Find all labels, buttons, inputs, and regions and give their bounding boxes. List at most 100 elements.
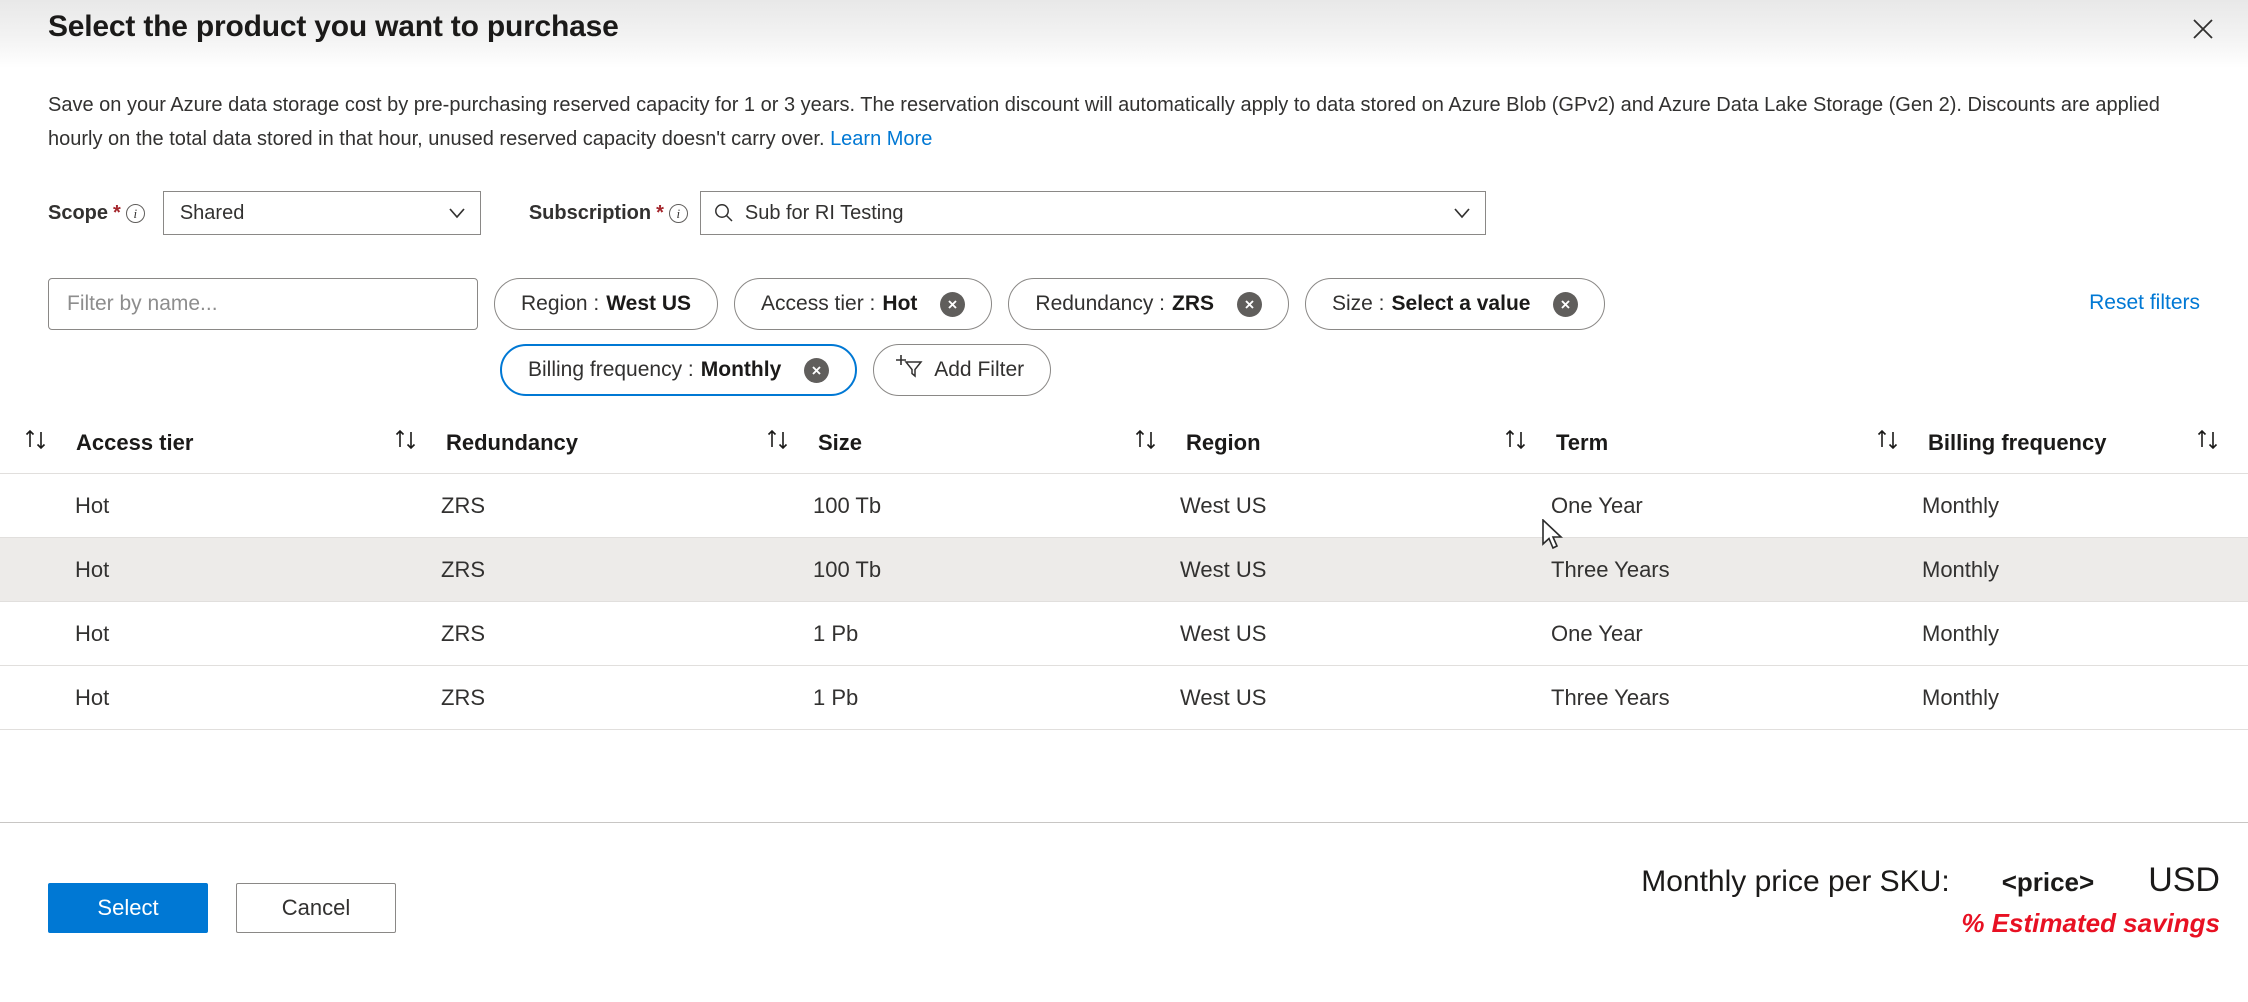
products-table: Access tier Redundancy S	[0, 412, 2248, 730]
filter-pill-region[interactable]: Region : West US	[494, 278, 718, 330]
price-currency: USD	[2148, 861, 2220, 900]
column-header-label: Billing frequency	[1928, 430, 2106, 456]
cell-region: West US	[1134, 493, 1504, 519]
table-row[interactable]: Hot ZRS 1 Pb West US One Year Monthly	[0, 602, 2248, 666]
scope-label: Scope	[48, 202, 108, 225]
learn-more-link[interactable]: Learn More	[830, 128, 932, 150]
table-row[interactable]: Hot ZRS 100 Tb West US Three Years Month…	[0, 538, 2248, 602]
cell-size: 100 Tb	[766, 493, 1134, 519]
column-header-access-tier[interactable]: Access tier	[24, 427, 394, 459]
footer-actions: Select Cancel	[48, 883, 396, 933]
estimated-savings: % Estimated savings	[1641, 908, 2220, 939]
price-value: <price>	[2002, 867, 2095, 898]
purchase-product-dialog: Select the product you want to purchase …	[0, 0, 2248, 1002]
filter-area: Region : West US Access tier : Hot Redun…	[48, 278, 2200, 396]
cell-size: 1 Pb	[766, 621, 1134, 647]
cell-term: One Year	[1504, 493, 1876, 519]
add-filter-label: Add Filter	[934, 358, 1024, 382]
cell-size: 100 Tb	[766, 557, 1134, 583]
cell-access-tier: Hot	[24, 493, 394, 519]
remove-filter-icon[interactable]	[940, 292, 965, 317]
column-header-label: Region	[1186, 430, 1261, 456]
cancel-button[interactable]: Cancel	[236, 883, 396, 933]
dialog-titlebar: Select the product you want to purchase	[0, 0, 2248, 68]
filter-pill-redundancy[interactable]: Redundancy : ZRS	[1008, 278, 1289, 330]
column-header-label: Size	[818, 430, 862, 456]
cell-size: 1 Pb	[766, 685, 1134, 711]
cell-redundancy: ZRS	[394, 557, 766, 583]
add-filter-icon	[894, 353, 924, 387]
cell-access-tier: Hot	[24, 621, 394, 647]
cell-region: West US	[1134, 557, 1504, 583]
cell-redundancy: ZRS	[394, 685, 766, 711]
cell-redundancy: ZRS	[394, 621, 766, 647]
cell-region: West US	[1134, 621, 1504, 647]
page-title: Select the product you want to purchase	[48, 10, 619, 44]
search-input[interactable]	[48, 278, 478, 330]
remove-filter-icon[interactable]	[1237, 292, 1262, 317]
filter-pill-value: Monthly	[701, 358, 781, 382]
info-icon[interactable]: i	[126, 204, 145, 223]
subscription-label-group: Subscription * i	[529, 202, 688, 225]
column-header-label: Access tier	[76, 430, 193, 456]
subscription-required-marker: *	[656, 203, 664, 223]
close-icon	[2191, 17, 2215, 41]
column-header-term[interactable]: Term	[1504, 427, 1876, 459]
scope-subscription-row: Scope * i Shared Subscription * i Sub fo…	[48, 190, 1486, 236]
column-header-size[interactable]: Size	[766, 427, 1134, 459]
column-header-region[interactable]: Region	[1134, 427, 1504, 459]
scope-label-group: Scope * i	[48, 202, 145, 225]
cell-billing-frequency: Monthly	[1876, 557, 2176, 583]
filter-pill-value: West US	[606, 292, 691, 316]
search-icon	[713, 202, 735, 224]
scope-dropdown[interactable]: Shared	[163, 191, 481, 235]
reset-filters-link[interactable]: Reset filters	[2089, 291, 2200, 315]
filter-pill-value: Hot	[882, 292, 917, 316]
filter-pill-key: Access tier :	[761, 292, 875, 316]
column-header-billing-frequency[interactable]: Billing frequency	[1876, 427, 2176, 459]
price-label: Monthly price per SKU:	[1641, 865, 1949, 899]
cell-access-tier: Hot	[24, 557, 394, 583]
filter-pill-key: Size :	[1332, 292, 1385, 316]
cell-billing-frequency: Monthly	[1876, 621, 2176, 647]
table-row[interactable]: Hot ZRS 100 Tb West US One Year Monthly	[0, 474, 2248, 538]
column-header-trailing-sort[interactable]	[2196, 427, 2224, 458]
filter-pill-size[interactable]: Size : Select a value	[1305, 278, 1605, 330]
subscription-label: Subscription	[529, 202, 651, 225]
sort-ascending-descending-icon[interactable]	[766, 427, 794, 459]
select-button[interactable]: Select	[48, 883, 208, 933]
price-summary: Monthly price per SKU: <price> USD % Est…	[1641, 861, 2220, 939]
info-icon[interactable]: i	[669, 204, 688, 223]
scope-required-marker: *	[113, 203, 121, 223]
remove-filter-icon[interactable]	[804, 358, 829, 383]
sort-ascending-descending-icon[interactable]	[394, 427, 422, 459]
filter-pill-billing-frequency[interactable]: Billing frequency : Monthly	[500, 344, 857, 396]
remove-filter-icon[interactable]	[1553, 292, 1578, 317]
dialog-description: Save on your Azure data storage cost by …	[48, 88, 2168, 156]
scope-selected-value: Shared	[180, 202, 446, 225]
filter-pill-value: Select a value	[1392, 292, 1531, 316]
filter-row-secondary: Billing frequency : Monthly Add Filter	[48, 344, 2200, 396]
cell-term: Three Years	[1504, 685, 1876, 711]
filter-pill-key: Region :	[521, 292, 599, 316]
add-filter-button[interactable]: Add Filter	[873, 344, 1051, 396]
dialog-footer: Select Cancel Monthly price per SKU: <pr…	[0, 822, 2248, 1002]
sort-ascending-descending-icon[interactable]	[2196, 427, 2224, 458]
cell-access-tier: Hot	[24, 685, 394, 711]
filter-pill-key: Billing frequency :	[528, 358, 694, 382]
sort-ascending-descending-icon[interactable]	[1134, 427, 1162, 459]
chevron-down-icon	[446, 202, 468, 224]
sort-ascending-descending-icon[interactable]	[24, 427, 52, 459]
sort-ascending-descending-icon[interactable]	[1876, 427, 1904, 459]
cell-term: One Year	[1504, 621, 1876, 647]
column-header-redundancy[interactable]: Redundancy	[394, 427, 766, 459]
cell-redundancy: ZRS	[394, 493, 766, 519]
subscription-dropdown[interactable]: Sub for RI Testing	[700, 191, 1486, 235]
cell-region: West US	[1134, 685, 1504, 711]
sort-ascending-descending-icon[interactable]	[1504, 427, 1532, 459]
table-header-row: Access tier Redundancy S	[0, 412, 2248, 474]
column-header-label: Term	[1556, 430, 1608, 456]
table-row[interactable]: Hot ZRS 1 Pb West US Three Years Monthly	[0, 666, 2248, 730]
close-button[interactable]	[2178, 6, 2228, 52]
filter-pill-access-tier[interactable]: Access tier : Hot	[734, 278, 992, 330]
